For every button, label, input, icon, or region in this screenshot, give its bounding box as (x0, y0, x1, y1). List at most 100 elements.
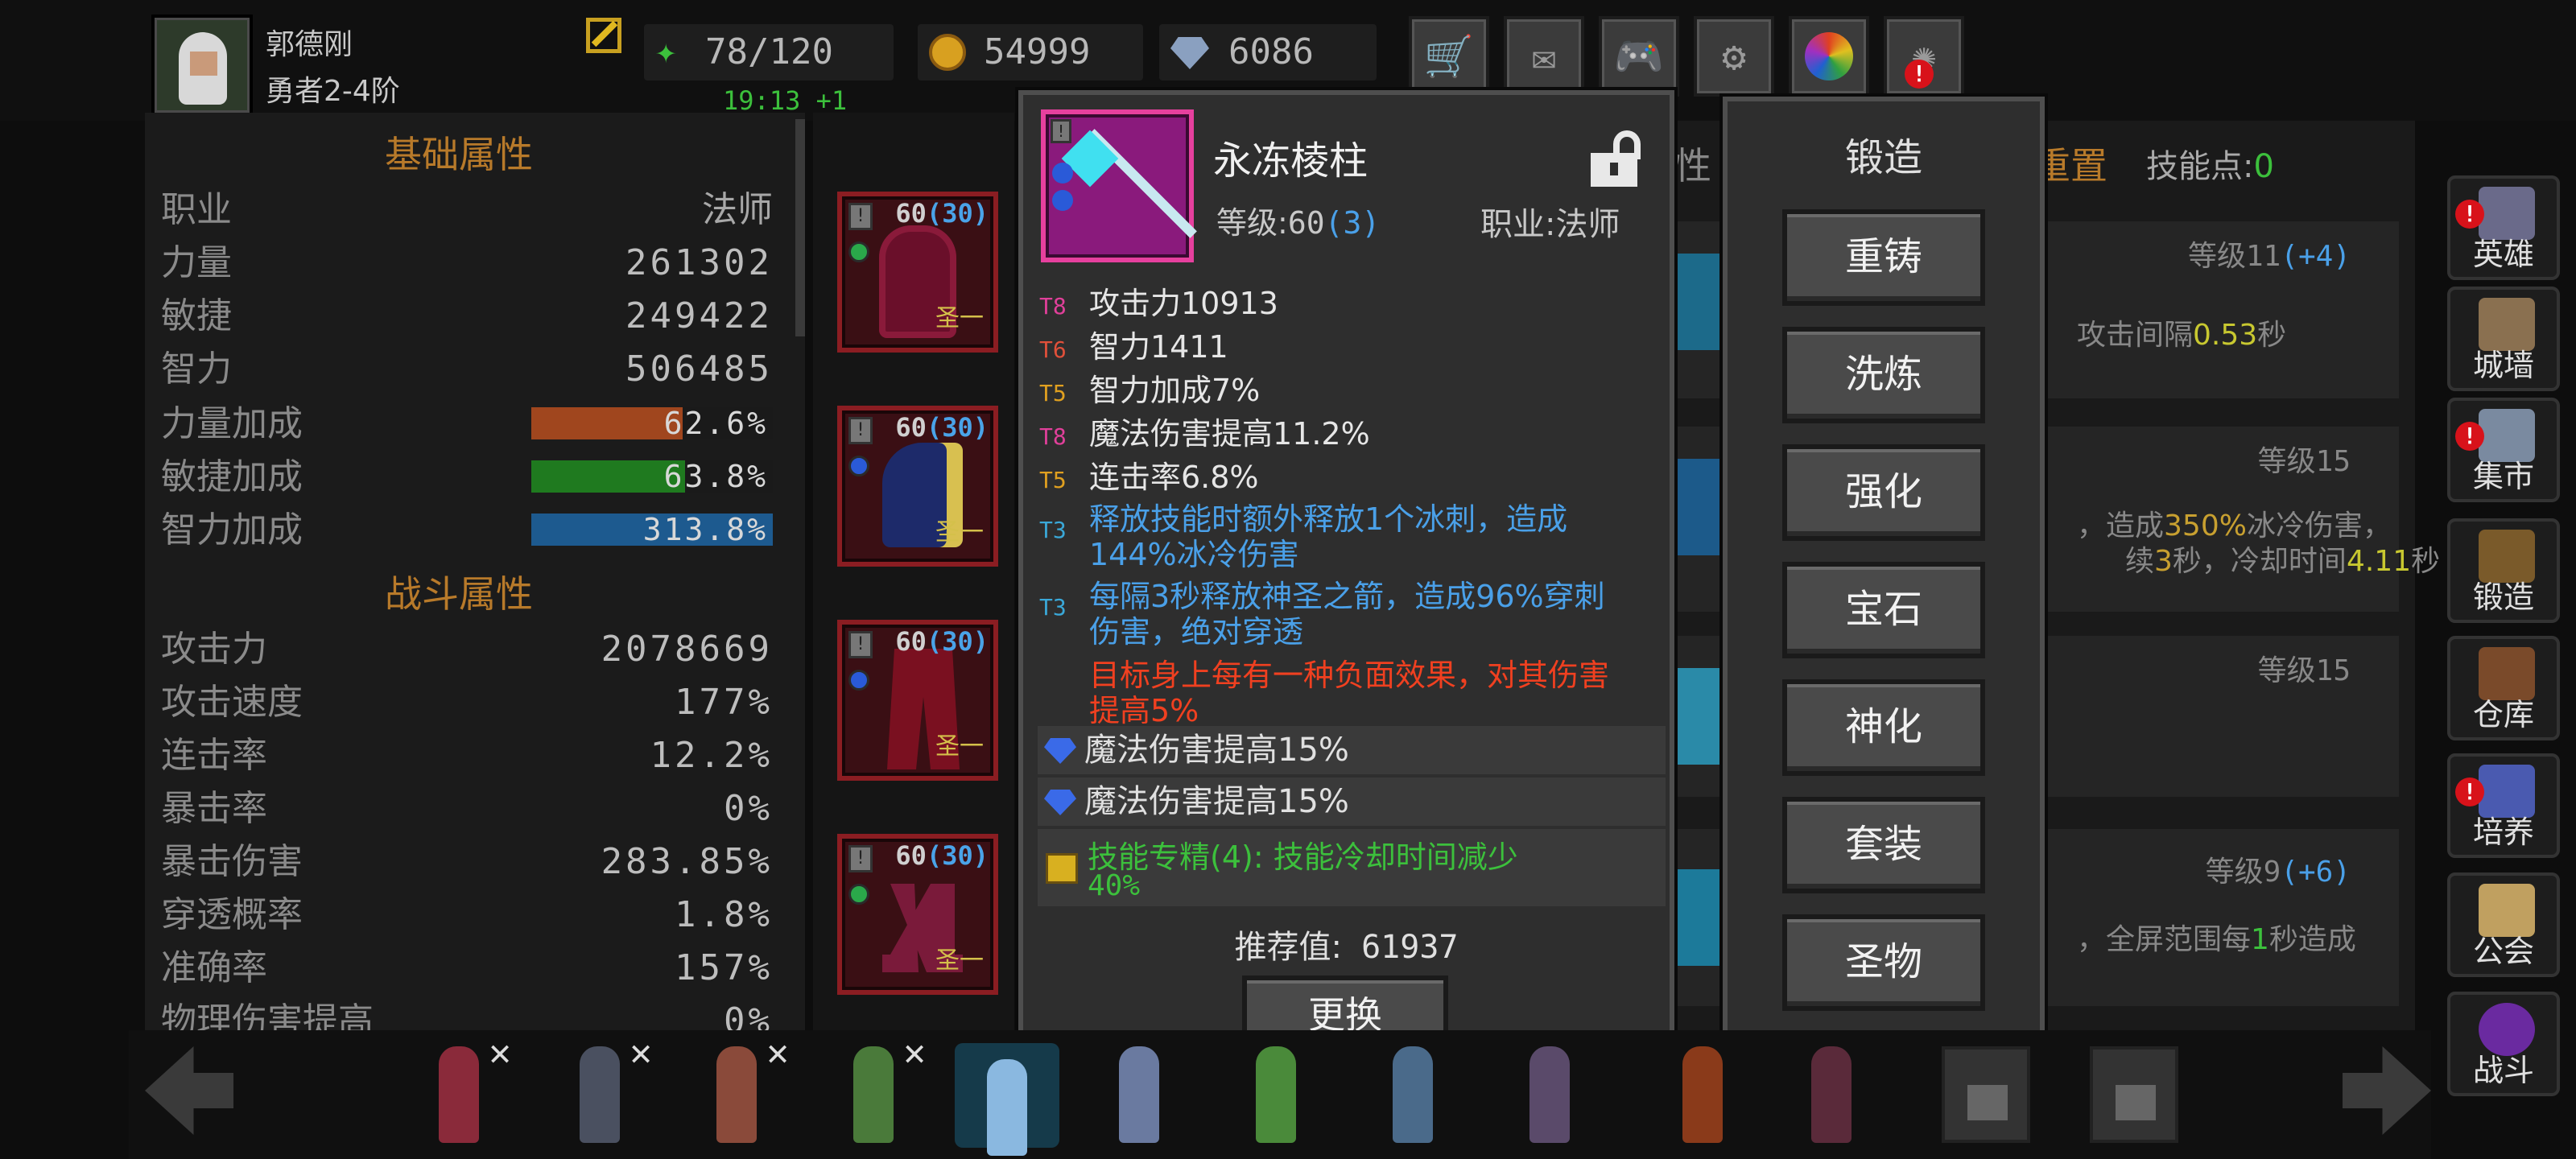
nav-heroes[interactable]: ! 英雄 (2447, 175, 2560, 280)
relic-button[interactable]: 圣物 (1782, 914, 1985, 1011)
gamepad-button[interactable]: 🎮 (1599, 16, 1679, 97)
nav-forge[interactable]: 锻造 (2447, 518, 2560, 623)
stat-value: 261302 (625, 242, 773, 283)
diamond-icon (1170, 37, 1209, 69)
hero-portrait[interactable]: ✕ (821, 1030, 926, 1151)
alert-badge: ! (1905, 60, 1934, 89)
shop-button[interactable]: 🛒 (1409, 16, 1489, 97)
hero-portrait[interactable] (1497, 1030, 1602, 1151)
gear-icon: ⚙ (1721, 33, 1747, 80)
energy-timer: 19:13 +1 (723, 85, 848, 116)
recast-button[interactable]: 重铸 (1782, 209, 1985, 306)
equip-slot-legs[interactable]: ! 60(30) 圣一 (837, 620, 998, 781)
stat-row: 暴击率 0% (161, 782, 773, 835)
stat-label: 职业 (161, 189, 232, 230)
stat-value: 63.8% (663, 459, 768, 494)
gem-socket-icon (848, 456, 869, 476)
mastery-line2: 40% (1088, 869, 1141, 902)
nav-market[interactable]: ! 集市 (2447, 398, 2560, 502)
item-attr: T8 攻击力10913 (1039, 286, 1278, 321)
basic-attributes-title: 基础属性 (385, 133, 533, 176)
nav-guild[interactable]: 公会 (2447, 872, 2560, 977)
settings-button[interactable]: ⚙ (1694, 16, 1774, 97)
refine-button[interactable]: 洗炼 (1782, 327, 1985, 423)
hero-portrait[interactable]: ✕ (407, 1030, 511, 1151)
hero-portrait[interactable] (1360, 1030, 1465, 1151)
stat-value: 506485 (625, 349, 773, 390)
stat-value: 313.8% (642, 512, 768, 547)
equip-slot-cloak[interactable]: ! 60(30) 圣一 (837, 406, 998, 567)
skill-level: 等级15 (2257, 654, 2351, 687)
bonus-row: 智力加成 313.8% (161, 504, 773, 557)
strength-bonus-bar: 62.6% (531, 407, 773, 439)
gems-box: 6086 (1159, 24, 1377, 80)
stat-label: 力量加成 (161, 403, 303, 444)
skill-level: 等级15 (2257, 445, 2351, 478)
stat-label: 物理伤害提高 (161, 1000, 374, 1030)
cart-icon: 🛒 (1423, 32, 1475, 80)
hero-portrait[interactable]: ✕ (547, 1030, 652, 1151)
item-name: 永冻棱柱 (1213, 138, 1368, 184)
energy-box: ✦ 78/120 (644, 24, 894, 80)
hero-portrait[interactable] (1779, 1030, 1884, 1151)
gem-socket-icon (1052, 163, 1073, 184)
hero-portrait[interactable] (1087, 1030, 1191, 1151)
stat-row: 暴击伤害 283.85% (161, 835, 773, 889)
skill-level: 等级9(+6) (2205, 856, 2351, 889)
close-icon: ✕ (489, 1030, 511, 1074)
stats-scrollbar[interactable] (795, 119, 805, 336)
enhance-button[interactable]: 强化 (1782, 444, 1985, 541)
nav-battle[interactable]: 战斗 (2447, 992, 2560, 1096)
hero-portrait[interactable] (1650, 1030, 1755, 1151)
stat-value: 157% (675, 947, 773, 988)
gem-socket-icon (1052, 190, 1073, 211)
gold-coin-icon (929, 34, 966, 71)
stat-label: 攻击力 (161, 629, 267, 670)
player-avatar[interactable] (151, 14, 253, 116)
mail-icon: ✉ (1531, 33, 1557, 80)
lock-icon (1967, 1085, 2008, 1120)
stat-value: 62.6% (663, 406, 768, 441)
locked-hero-slot[interactable] (2090, 1046, 2178, 1143)
hero-portrait-selected[interactable] (955, 1043, 1059, 1156)
warning-icon: ! (1051, 119, 1071, 143)
event-button[interactable]: ✺ ! (1884, 16, 1964, 97)
alert-badge: ! (2455, 777, 2484, 806)
skill-points: 技能点:0 (2146, 148, 2274, 185)
tab-attributes-partial[interactable]: 性 (1674, 137, 1711, 190)
hero-portrait[interactable]: ✕ (684, 1030, 789, 1151)
hero-portrait[interactable] (1224, 1030, 1328, 1151)
nav-train[interactable]: ! 培养 (2447, 753, 2560, 858)
edit-name-icon[interactable] (586, 18, 621, 53)
intelligence-bonus-bar: 313.8% (531, 514, 773, 546)
stat-value: 0% (724, 788, 773, 829)
mastery-line1: 技能专精(4): 技能冷却时间减少 (1088, 839, 1518, 875)
stat-label: 穿透概率 (161, 894, 303, 935)
nav-wall[interactable]: 城墙 (2447, 287, 2560, 391)
stat-value: 1.8% (675, 894, 773, 935)
locked-hero-slot[interactable] (1942, 1046, 2030, 1143)
close-icon: ✕ (903, 1030, 926, 1074)
deify-button[interactable]: 神化 (1782, 679, 1985, 776)
diamond-icon (1044, 738, 1076, 764)
stat-row: 物理伤害提高 0% (161, 995, 773, 1030)
gold-value: 54999 (984, 31, 1091, 72)
unlock-icon[interactable] (1591, 130, 1641, 187)
stat-value: 0% (724, 1000, 773, 1030)
stat-value: 2078669 (601, 629, 773, 670)
equip-slot-boots[interactable]: ! 60(30) 圣一 (837, 834, 998, 995)
item-level: 等级:60(3) (1216, 205, 1381, 241)
nav-warehouse[interactable]: 仓库 (2447, 636, 2560, 740)
forge-panel: 锻造 重铸 洗炼 强化 宝石 神化 套装 圣物 (1723, 97, 2045, 1062)
gem-button[interactable]: 宝石 (1782, 562, 1985, 658)
stat-label: 暴击伤害 (161, 841, 303, 882)
set-button[interactable]: 套装 (1782, 797, 1985, 893)
forge-title: 锻造 (1844, 135, 1922, 180)
set-effect-b: 提高5% (1089, 693, 1199, 728)
item-icon: ! (1041, 109, 1197, 262)
equip-slot-armor[interactable]: ! 60(30) 圣一 (837, 192, 998, 353)
special-tier: T3 (1039, 517, 1067, 543)
stat-row: 穿透概率 1.8% (161, 889, 773, 942)
mail-button[interactable]: ✉ (1504, 16, 1584, 97)
lens-button[interactable] (1789, 16, 1869, 97)
